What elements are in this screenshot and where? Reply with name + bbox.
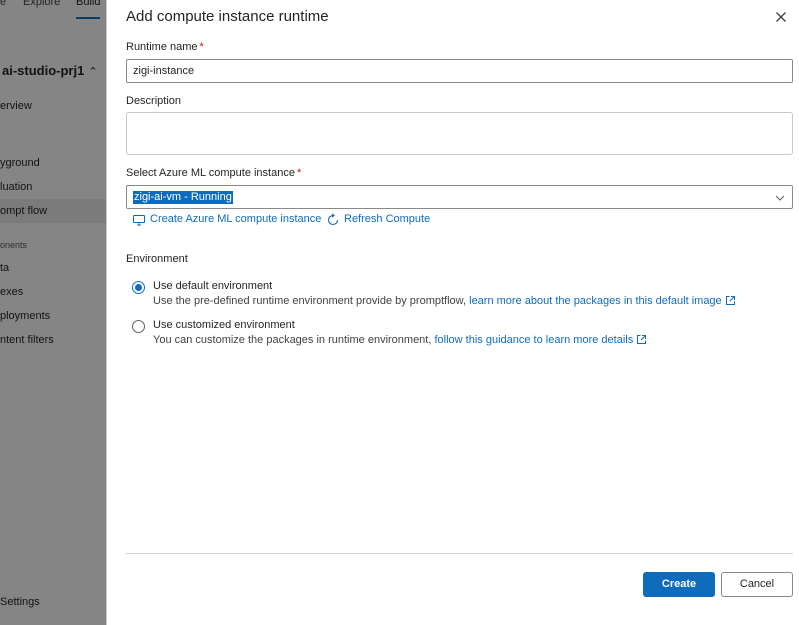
compute-selected-value: zigi-ai-vm - Running [133, 191, 233, 204]
runtime-name-label: Runtime name * [126, 41, 204, 53]
compute-select-label: Select Azure ML compute instance * [126, 167, 301, 179]
custom-environment-title[interactable]: Use customized environment [153, 319, 295, 331]
default-image-packages-link[interactable]: learn more about the packages in this de… [469, 295, 736, 307]
compute-instance-dropdown[interactable]: zigi-ai-vm - Running [126, 185, 793, 209]
runtime-name-input[interactable]: zigi-instance [126, 59, 793, 83]
close-button[interactable] [773, 9, 789, 25]
runtime-name-label-text: Runtime name [126, 41, 198, 53]
custom-environment-desc-text: You can customize the packages in runtim… [153, 334, 432, 346]
refresh-icon [327, 213, 339, 226]
default-environment-description: Use the pre-defined runtime environment … [153, 295, 736, 307]
custom-environment-radio[interactable] [132, 320, 145, 333]
close-icon [776, 12, 786, 22]
required-mark: * [296, 167, 302, 179]
chevron-down-icon [775, 195, 785, 201]
custom-environment-description: You can customize the packages in runtim… [153, 334, 647, 346]
create-compute-link-text: Create Azure ML compute instance [150, 213, 322, 225]
custom-environment-guidance-link-text: follow this guidance to learn more detai… [434, 334, 634, 346]
required-mark: * [199, 41, 204, 53]
footer-divider [126, 553, 793, 554]
external-link-icon [725, 296, 735, 305]
description-textarea[interactable] [126, 112, 793, 155]
dialog-title: Add compute instance runtime [126, 8, 329, 25]
compute-select-label-text: Select Azure ML compute instance [126, 167, 295, 179]
external-link-icon [637, 335, 647, 344]
custom-environment-guidance-link[interactable]: follow this guidance to learn more detai… [434, 334, 647, 346]
create-button[interactable]: Create [643, 572, 715, 597]
add-runtime-dialog: Add compute instance runtime Runtime nam… [106, 0, 799, 625]
default-environment-title[interactable]: Use default environment [153, 280, 272, 292]
default-environment-desc-text: Use the pre-defined runtime environment … [153, 295, 467, 307]
default-image-packages-link-text: learn more about the packages in this de… [469, 295, 722, 307]
cancel-button[interactable]: Cancel [721, 572, 793, 597]
environment-label: Environment [126, 253, 188, 265]
modal-overlay[interactable] [0, 0, 106, 625]
default-environment-radio[interactable] [132, 281, 145, 294]
monitor-icon [133, 215, 145, 226]
description-label: Description [126, 95, 182, 107]
refresh-compute-link-text: Refresh Compute [344, 213, 431, 225]
